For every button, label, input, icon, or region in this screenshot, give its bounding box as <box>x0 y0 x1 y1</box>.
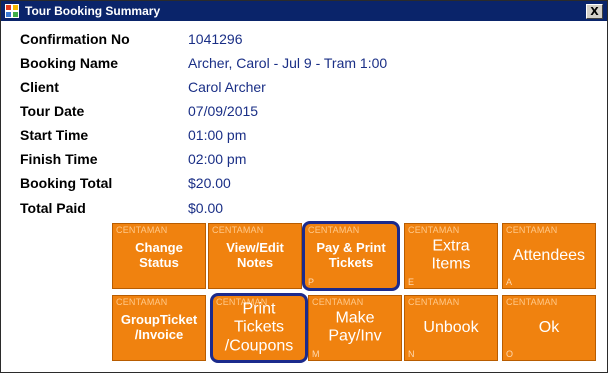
tour-date-value: 07/09/2015 <box>188 103 259 119</box>
brand-label: CENTAMAN <box>212 225 264 235</box>
booking-total-label: Booking Total <box>20 175 113 191</box>
total-paid-value: $0.00 <box>188 200 224 216</box>
app-icon <box>5 4 19 18</box>
close-button[interactable]: X <box>586 4 603 19</box>
button-label: Unbook <box>423 318 479 336</box>
booking-name-label: Booking Name <box>20 55 119 71</box>
brand-label: CENTAMAN <box>308 225 360 235</box>
finish-time-value: 02:00 pm <box>188 151 247 167</box>
brand-label: CENTAMAN <box>506 225 558 235</box>
attendees-button[interactable]: CENTAMAN Attendees A <box>502 223 596 289</box>
make-pay-inv-button[interactable]: CENTAMAN Make Pay/Inv M <box>308 295 402 361</box>
confirmation-value: 1041296 <box>188 31 243 47</box>
brand-label: CENTAMAN <box>116 225 168 235</box>
unbook-button[interactable]: CENTAMAN Unbook N <box>404 295 498 361</box>
tour-date-label: Tour Date <box>20 103 85 119</box>
button-label: Attendees <box>512 246 586 264</box>
pay-print-tickets-button[interactable]: CENTAMAN Pay & Print Tickets P <box>302 221 400 291</box>
start-time-value: 01:00 pm <box>188 127 247 143</box>
total-paid-label: Total Paid <box>20 200 86 216</box>
brand-label: CENTAMAN <box>312 297 364 307</box>
view-edit-notes-button[interactable]: CENTAMAN View/Edit Notes <box>208 223 302 289</box>
button-label: GroupTicket /Invoice <box>120 312 198 342</box>
confirmation-label: Confirmation No <box>20 31 130 47</box>
button-label: Print Tickets /Coupons <box>224 300 294 355</box>
shortcut-key: P <box>308 277 315 287</box>
ok-button[interactable]: CENTAMAN Ok O <box>502 295 596 361</box>
button-label: Make Pay/Inv <box>328 309 382 345</box>
booking-name-value: Archer, Carol - Jul 9 - Tram 1:00 <box>188 55 388 71</box>
print-tickets-coupons-button[interactable]: CENTAMAN Print Tickets /Coupons <box>210 293 308 363</box>
start-time-label: Start Time <box>20 127 89 143</box>
group-ticket-invoice-button[interactable]: CENTAMAN GroupTicket /Invoice <box>112 295 206 361</box>
button-label: Extra Items <box>431 237 471 273</box>
button-label: View/Edit Notes <box>226 240 284 270</box>
button-label: Ok <box>538 318 560 336</box>
client-label: Client <box>20 79 59 95</box>
shortcut-key: E <box>408 277 415 287</box>
tour-booking-summary-window: Tour Booking Summary X Confirmation No 1… <box>0 0 608 373</box>
extra-items-button[interactable]: CENTAMAN Extra Items E <box>404 223 498 289</box>
brand-label: CENTAMAN <box>408 297 460 307</box>
finish-time-label: Finish Time <box>20 151 98 167</box>
shortcut-key: A <box>506 277 513 287</box>
brand-label: CENTAMAN <box>506 297 558 307</box>
title-bar: Tour Booking Summary X <box>1 1 607 21</box>
brand-label: CENTAMAN <box>408 225 460 235</box>
window-title: Tour Booking Summary <box>25 4 161 18</box>
booking-total-value: $20.00 <box>188 175 231 191</box>
shortcut-key: O <box>506 349 514 359</box>
client-value: Carol Archer <box>188 79 266 95</box>
brand-label: CENTAMAN <box>116 297 168 307</box>
change-status-button[interactable]: CENTAMAN Change Status <box>112 223 206 289</box>
button-label: Change Status <box>135 240 183 270</box>
shortcut-key: M <box>312 349 320 359</box>
shortcut-key: N <box>408 349 415 359</box>
button-label: Pay & Print Tickets <box>316 240 386 270</box>
